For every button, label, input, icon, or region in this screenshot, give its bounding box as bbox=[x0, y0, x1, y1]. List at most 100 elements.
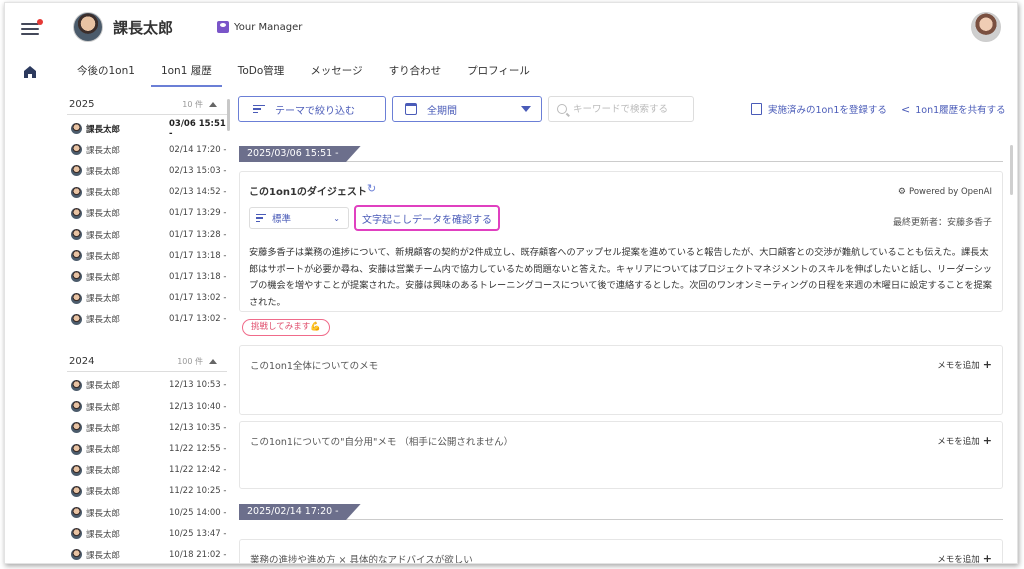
history-row[interactable]: 課長太郎 01/17 13:02 - bbox=[67, 309, 227, 330]
row-date: 01/17 13:02 - bbox=[169, 314, 227, 325]
row-date: 01/17 13:28 - bbox=[169, 229, 227, 240]
year-header-2024[interactable]: 2024 100 件 bbox=[67, 352, 227, 372]
tab-alignment[interactable]: すり合わせ bbox=[389, 59, 442, 87]
history-row[interactable]: 課長太郎 10/25 13:47 - bbox=[67, 523, 227, 544]
history-row[interactable]: 課長太郎 10/18 21:02 - bbox=[67, 544, 227, 563]
refresh-icon[interactable]: ↻ bbox=[367, 182, 376, 195]
history-row[interactable]: 課長太郎 01/17 13:29 - bbox=[67, 203, 227, 224]
tab-messages[interactable]: メッセージ bbox=[310, 59, 362, 87]
date-tag: 2025/03/06 15:51 - bbox=[239, 146, 361, 162]
digest-style-select[interactable]: 標準 ⌄ bbox=[249, 207, 349, 229]
year-label: 2025 bbox=[69, 99, 95, 110]
manager-label: Your Manager bbox=[234, 21, 303, 33]
add-memo-button[interactable]: メモを追加 + bbox=[937, 358, 992, 371]
avatar bbox=[71, 123, 82, 135]
history-row[interactable]: 課長太郎 01/17 13:18 - bbox=[67, 245, 227, 266]
chevron-down-icon: ⌄ bbox=[333, 213, 340, 223]
history-row[interactable]: 課長太郎 11/22 12:42 - bbox=[67, 460, 227, 481]
history-row[interactable]: 課長太郎 12/13 10:53 - bbox=[67, 375, 227, 396]
caret-down-icon bbox=[521, 106, 531, 112]
year-header-2025[interactable]: 2025 10 件 bbox=[67, 95, 227, 115]
avatar bbox=[71, 379, 82, 391]
tab-profile[interactable]: プロフィール bbox=[467, 59, 530, 87]
row-date: 03/06 15:51 - bbox=[169, 118, 226, 139]
row-date: 10/25 14:00 - bbox=[169, 507, 227, 518]
filter-icon bbox=[253, 103, 265, 116]
view-transcript-button[interactable]: 文字起こしデータを確認する bbox=[354, 205, 500, 231]
avatar[interactable] bbox=[73, 12, 103, 42]
row-name: 課長太郎 bbox=[86, 550, 121, 561]
share-history-button[interactable]: < 1on1履歴を共有する bbox=[901, 102, 1006, 117]
row-name: 課長太郎 bbox=[86, 402, 121, 413]
history-row[interactable]: 課長太郎 03/06 15:51 - bbox=[67, 118, 227, 139]
avatar bbox=[71, 207, 82, 219]
history-row[interactable]: 課長太郎 10/25 14:00 - bbox=[67, 502, 227, 523]
history-list: 2025 10 件 課長太郎 03/06 15:51 - 課長太郎 02/14 17… bbox=[67, 95, 227, 563]
history-row[interactable]: 課長太郎 11/22 10:25 - bbox=[67, 481, 227, 502]
collapse-icon[interactable] bbox=[209, 102, 217, 107]
filter-label: テーマで絞り込む bbox=[275, 105, 355, 117]
row-date: 01/17 13:18 - bbox=[169, 250, 227, 261]
tab-upcoming[interactable]: 今後の1on1 bbox=[77, 59, 135, 87]
history-row[interactable]: 課長太郎 02/13 14:52 - bbox=[67, 182, 227, 203]
sidebar-scrollbar[interactable] bbox=[227, 99, 230, 131]
tab-todo[interactable]: ToDo管理 bbox=[238, 59, 285, 87]
openai-icon: ⚙ bbox=[897, 187, 906, 197]
menu-icon[interactable] bbox=[21, 19, 43, 37]
date-tag: 2025/02/14 17:20 - bbox=[239, 504, 361, 520]
collapse-icon[interactable] bbox=[209, 358, 217, 364]
memo-card-theme: 業務の進捗や進め方 × 具体的なアドバイスが欲しい メモを追加 + bbox=[239, 539, 1003, 564]
row-name: 課長太郎 bbox=[86, 529, 121, 540]
history-row[interactable]: 課長太郎 01/17 13:18 - bbox=[67, 266, 227, 287]
tab-history[interactable]: 1on1 履歴 bbox=[150, 59, 222, 87]
row-date: 12/13 10:35 - bbox=[169, 422, 227, 433]
add-memo-label: メモを追加 bbox=[937, 437, 980, 447]
avatar bbox=[71, 144, 82, 156]
home-icon[interactable] bbox=[23, 65, 37, 79]
history-row[interactable]: 課長太郎 11/22 12:55 - bbox=[67, 438, 227, 459]
challenge-badge[interactable]: 挑戦してみます💪 bbox=[242, 319, 330, 336]
add-memo-label: メモを追加 bbox=[937, 361, 980, 371]
row-name: 課長太郎 bbox=[86, 487, 121, 498]
year-label: 2024 bbox=[69, 355, 95, 367]
search-input[interactable] bbox=[573, 103, 683, 115]
row-name: 課長太郎 bbox=[86, 381, 121, 392]
row-date: 12/13 10:40 - bbox=[169, 401, 227, 412]
period-select[interactable]: 全期間 bbox=[392, 96, 542, 122]
row-date: 02/13 14:52 - bbox=[169, 187, 227, 198]
avatar bbox=[71, 401, 82, 413]
register-1on1-button[interactable]: 実施済みの1on1を登録する bbox=[751, 102, 887, 116]
account-avatar[interactable] bbox=[971, 12, 1001, 42]
avatar bbox=[71, 464, 82, 476]
history-row[interactable]: 課長太郎 12/13 10:40 - bbox=[67, 396, 227, 417]
style-label: 標準 bbox=[272, 214, 292, 225]
row-name: 課長太郎 bbox=[86, 188, 121, 199]
add-memo-button[interactable]: メモを追加 + bbox=[937, 434, 992, 447]
row-name: 課長太郎 bbox=[86, 294, 121, 305]
main-scrollbar[interactable] bbox=[1010, 145, 1013, 195]
row-name: 課長太郎 bbox=[86, 166, 121, 177]
list-icon bbox=[256, 212, 266, 224]
memo-title: 業務の進捗や進め方 × 具体的なアドバイスが欲しい bbox=[250, 555, 473, 564]
row-name: 課長太郎 bbox=[86, 230, 121, 241]
history-row[interactable]: 課長太郎 01/17 13:28 - bbox=[67, 224, 227, 245]
row-date: 10/25 13:47 - bbox=[169, 528, 227, 539]
row-date: 02/14 17:20 - bbox=[169, 144, 227, 155]
calendar-icon bbox=[405, 103, 417, 115]
avatar bbox=[71, 292, 82, 304]
search-icon bbox=[557, 104, 567, 114]
avatar bbox=[71, 528, 82, 540]
history-row[interactable]: 課長太郎 02/14 17:20 - bbox=[67, 139, 227, 160]
manager-badge: Your Manager bbox=[217, 21, 302, 33]
history-row[interactable]: 課長太郎 01/17 13:02 - bbox=[67, 288, 227, 309]
row-date: 01/17 13:29 - bbox=[169, 208, 227, 219]
history-row[interactable]: 課長太郎 02/13 15:03 - bbox=[67, 160, 227, 181]
avatar bbox=[71, 507, 82, 519]
add-memo-button[interactable]: メモを追加 + bbox=[937, 552, 992, 563]
row-name: 課長太郎 bbox=[86, 445, 121, 456]
row-name: 課長太郎 bbox=[86, 145, 121, 156]
last-updated: 最終更新者：安藤多香子 bbox=[892, 218, 992, 228]
theme-filter-button[interactable]: テーマで絞り込む bbox=[238, 96, 386, 122]
register-label: 実施済みの1on1を登録する bbox=[768, 105, 887, 116]
history-row[interactable]: 課長太郎 12/13 10:35 - bbox=[67, 417, 227, 438]
